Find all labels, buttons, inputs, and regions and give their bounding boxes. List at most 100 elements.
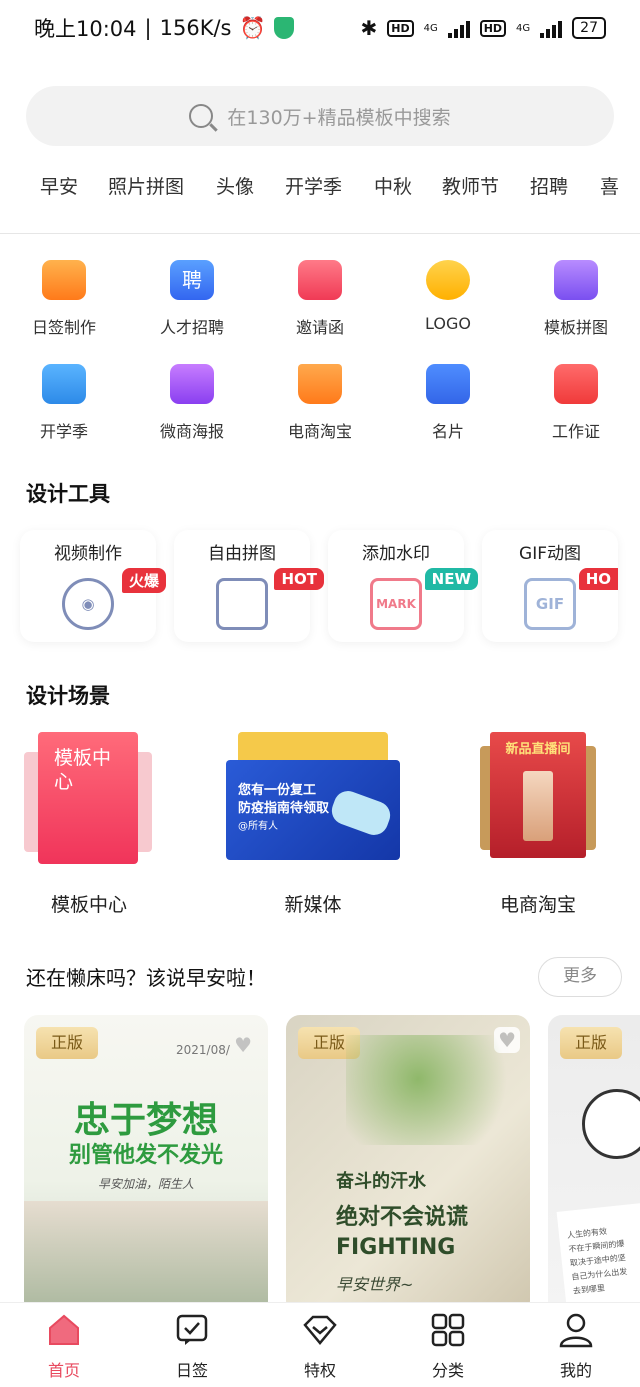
bluetooth-icon: ✱ (360, 16, 378, 40)
card-text-line: 绝对不会说谎 (336, 1205, 469, 1230)
diamond-icon (303, 1315, 337, 1345)
category-recruit[interactable]: 聘 人才招聘 (128, 260, 256, 338)
product-bottle-icon (523, 771, 553, 841)
grid-icon (554, 260, 598, 300)
basket-icon (298, 364, 342, 404)
category-label: 工作证 (551, 422, 600, 441)
scene-label[interactable]: 电商淘宝 (480, 890, 596, 917)
status-time: 晚上10:04 (34, 17, 137, 41)
tab-profile[interactable]: 我的 (536, 1311, 616, 1381)
tag-item[interactable]: 喜 (600, 172, 619, 199)
tab-privilege[interactable]: 特权 (280, 1311, 360, 1381)
category-template-collage[interactable]: 模板拼图 (512, 260, 640, 338)
tab-label: 分类 (431, 1361, 464, 1380)
net-type-2: 4G (516, 22, 531, 34)
card-text-line: 早安世界~ (336, 1275, 414, 1294)
tool-video[interactable]: 视频制作 ◉ 火爆 (20, 530, 166, 642)
tag-item[interactable]: 开学季 (285, 172, 342, 199)
badge-icon (554, 364, 598, 404)
signal-icon-2 (540, 18, 563, 38)
hot-tags: 早安 照片拼图 头像 开学季 中秋 教师节 招聘 喜 (0, 172, 640, 208)
net-type: 4G (423, 22, 438, 34)
category-label: 模板拼图 (543, 318, 608, 337)
tag-item[interactable]: 早安 (40, 172, 78, 199)
collage-icon (216, 578, 268, 630)
tag-item[interactable]: 招聘 (530, 172, 568, 199)
search-icon (189, 104, 214, 128)
category-label: 人才招聘 (159, 318, 224, 337)
status-separator: | (144, 16, 152, 40)
category-logo[interactable]: LOGO (384, 260, 512, 333)
scene-new-media-art[interactable]: 您有一份复工 防疫指南待领取 @所有人 (226, 732, 400, 860)
design-scenes-title: 设计场景 (26, 684, 110, 708)
heart-icon[interactable]: ♥ (234, 1033, 252, 1057)
tag-item[interactable]: 照片拼图 (108, 172, 184, 199)
category-grid-icon (431, 1313, 465, 1347)
more-button[interactable]: 更多 (538, 957, 622, 997)
category-invite[interactable]: 邀请函 (256, 260, 384, 338)
category-label: 邀请函 (295, 318, 344, 337)
tool-badge: NEW (424, 568, 478, 590)
scene-ecommerce-art[interactable]: 新品直播间 (480, 732, 596, 860)
card-icon (426, 364, 470, 404)
tool-gif[interactable]: GIF动图 GIF HO (482, 530, 618, 642)
network-speed: 156K/s (159, 16, 232, 40)
palette-icon (426, 260, 470, 300)
tag-item[interactable]: 中秋 (374, 172, 412, 199)
tab-label: 我的 (559, 1361, 592, 1380)
category-label: 日签制作 (31, 318, 96, 337)
scene-art-front: 您有一份复工 防疫指南待领取 @所有人 (226, 760, 400, 860)
home-icon (49, 1314, 79, 1345)
card-text-signature: 早安加油，陌生人 (97, 1177, 194, 1191)
scene-art-front: 新品直播间 (490, 732, 586, 858)
tool-label: GIF动图 (519, 544, 581, 564)
morning-card[interactable]: 正版 ♥ 奋斗的汗水 绝对不会说谎 FIGHTING 早安世界~ (286, 1015, 530, 1315)
tab-label: 日签 (175, 1361, 208, 1380)
tool-collage[interactable]: 自由拼图 HOT (174, 530, 324, 642)
divider (0, 233, 640, 234)
gif-icon: GIF (524, 578, 576, 630)
category-label: 电商淘宝 (287, 422, 352, 441)
genuine-badge: 正版 (560, 1027, 622, 1059)
tag-item[interactable]: 头像 (216, 172, 254, 199)
morning-card[interactable]: 正版 2021/08/ ♥ 忠于梦想 别管他发不发光 早安加油，陌生人 (24, 1015, 268, 1315)
film-reel-icon: ◉ (62, 578, 114, 630)
category-business-card[interactable]: 名片 (384, 364, 512, 442)
card-text-line: FIGHTING (336, 1235, 456, 1260)
tab-label: 首页 (47, 1361, 80, 1380)
category-daily-sign[interactable]: 日签制作 (0, 260, 128, 338)
search-bar[interactable]: 在130万+精品模板中搜索 (26, 86, 614, 146)
note-paper: 人生的有效 不在于瞬间的爆 取决于途中的坚 自己为什么出发 去到哪里 (556, 1202, 640, 1315)
watermark-icon: MARK (370, 578, 422, 630)
morning-card[interactable]: 正版 人生的有效 不在于瞬间的爆 取决于途中的坚 自己为什么出发 去到哪里 (548, 1015, 640, 1315)
category-ecommerce[interactable]: 电商淘宝 (256, 364, 384, 442)
scene-template-center-art[interactable]: 模板中心 (24, 732, 154, 867)
scene-art-front: 模板中心 (38, 732, 138, 864)
scene-art-text: 新品直播间 (505, 742, 571, 757)
clock-icon (582, 1089, 640, 1159)
category-school[interactable]: 开学季 (0, 364, 128, 442)
tab-daily[interactable]: 日签 (152, 1311, 232, 1381)
hd-icon: HD (387, 19, 414, 37)
design-tools-title: 设计工具 (26, 482, 110, 506)
battery-icon: 27 (572, 17, 606, 39)
chart-icon (170, 364, 214, 404)
scene-label[interactable]: 新媒体 (226, 890, 400, 917)
shield-icon (273, 17, 294, 39)
calendar-check-icon (42, 260, 86, 300)
card-text-title: 忠于梦想 (73, 1100, 218, 1141)
category-wechat-poster[interactable]: 微商海报 (128, 364, 256, 442)
alarm-icon: ⏰ (239, 15, 266, 40)
tool-label: 视频制作 (54, 544, 122, 564)
book-icon (42, 364, 86, 404)
tab-category[interactable]: 分类 (408, 1311, 488, 1381)
tool-label: 自由拼图 (208, 544, 276, 564)
category-label: 开学季 (39, 422, 88, 441)
tool-badge: HO (578, 568, 618, 590)
category-work-badge[interactable]: 工作证 (512, 364, 640, 442)
scene-label[interactable]: 模板中心 (24, 890, 154, 917)
profile-icon (559, 1313, 593, 1348)
tab-home[interactable]: 首页 (24, 1311, 104, 1381)
tool-watermark[interactable]: 添加水印 MARK NEW (328, 530, 478, 642)
tag-item[interactable]: 教师节 (442, 172, 499, 199)
